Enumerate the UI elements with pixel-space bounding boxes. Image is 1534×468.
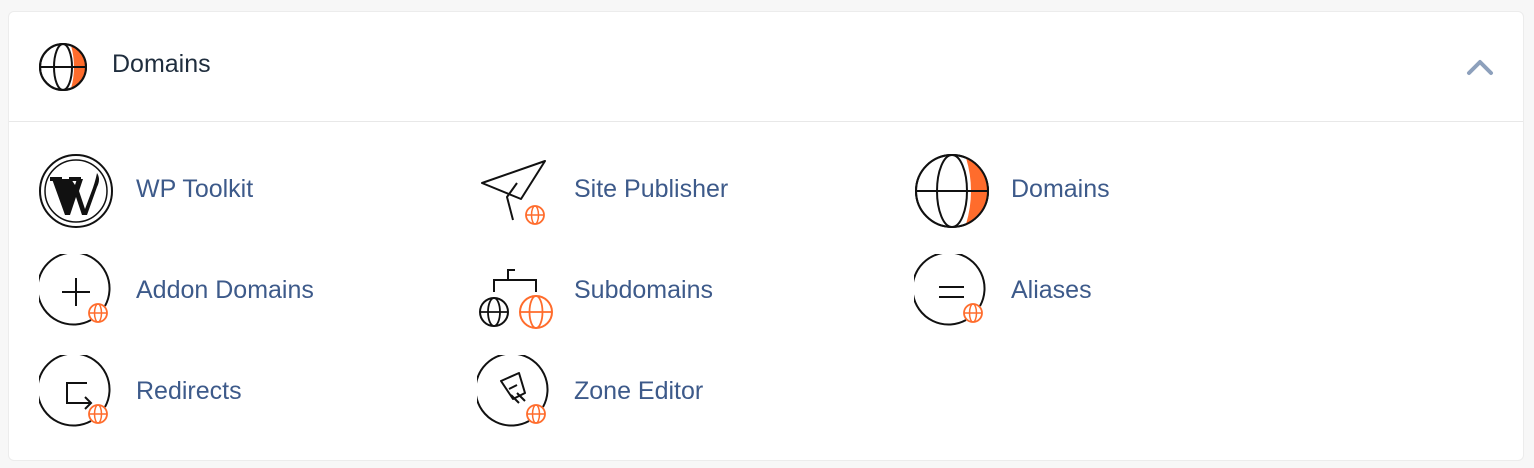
item-label: Subdomains [574, 276, 713, 304]
subdomains-link[interactable]: Subdomains [477, 254, 877, 334]
paper-plane-icon [481, 160, 546, 225]
subdomains-icon [479, 269, 553, 329]
redirect-icon [39, 355, 111, 427]
wp-toolkit-link[interactable]: WP Toolkit [39, 153, 439, 233]
aliases-link[interactable]: Aliases [914, 254, 1314, 334]
globe-icon [39, 43, 87, 91]
domains-link[interactable]: Domains [914, 153, 1314, 233]
domains-panel: Domains WP Toolkit Site Publisher Domain… [8, 11, 1524, 461]
zone-editor-icon [477, 355, 549, 427]
zone-editor-link[interactable]: Zone Editor [477, 355, 877, 435]
item-label: WP Toolkit [136, 175, 254, 203]
item-label: Addon Domains [136, 276, 314, 304]
add-domain-icon [39, 254, 111, 326]
globe-icon [915, 154, 989, 228]
redirects-link[interactable]: Redirects [39, 355, 439, 435]
item-label: Redirects [136, 377, 242, 405]
item-label: Site Publisher [574, 175, 729, 203]
site-publisher-link[interactable]: Site Publisher [477, 153, 877, 233]
panel-header[interactable]: Domains [9, 12, 1523, 122]
item-label: Zone Editor [574, 377, 704, 405]
item-label: Domains [1011, 175, 1110, 203]
panel-title: Domains [112, 50, 211, 78]
wordpress-icon [39, 154, 113, 228]
chevron-up-icon[interactable] [1465, 56, 1495, 78]
addon-domains-link[interactable]: Addon Domains [39, 254, 439, 334]
item-label: Aliases [1011, 276, 1092, 304]
aliases-icon [914, 254, 986, 326]
